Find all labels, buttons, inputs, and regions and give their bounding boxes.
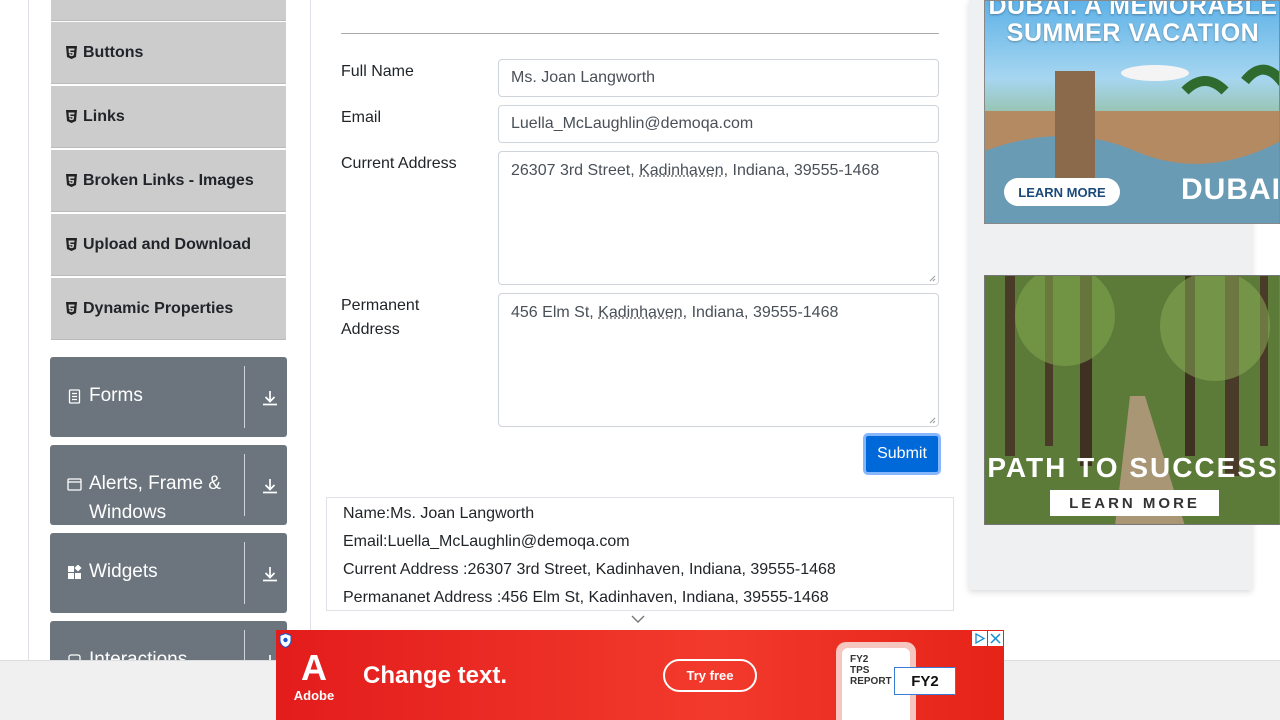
sidebar-item-label: Dynamic Properties (83, 299, 234, 317)
group-divider (244, 542, 245, 604)
html5-icon (66, 110, 77, 123)
dubai-ad[interactable]: DUBAI. A MEMORABLE SUMMER VACATION LEARN… (984, 0, 1280, 224)
path-to-success-ad[interactable]: PATH TO SUCCESS LEARN MORE (984, 275, 1280, 525)
html5-icon (66, 174, 77, 187)
edit-text-box: FY2 (894, 667, 956, 695)
phone-line: FY2 (850, 654, 869, 665)
download-arrow-icon (263, 391, 277, 406)
document-icon (68, 389, 81, 404)
sidebar-item-broken-links[interactable]: Broken Links - Images (51, 150, 286, 212)
group-divider (244, 366, 245, 428)
forest-scene (985, 276, 1279, 524)
left-divider (28, 0, 29, 720)
adchoices-shield-icon[interactable] (279, 633, 292, 648)
download-arrow-icon (263, 567, 277, 582)
email-input[interactable]: Luella_McLaughlin@demoqa.com (498, 105, 939, 143)
sidebar-item-dynamic-properties[interactable]: Dynamic Properties (51, 278, 286, 340)
sidebar-item-label: Broken Links - Images (83, 171, 254, 189)
download-arrow-icon (263, 479, 277, 494)
dubai-ad-title-line2: SUMMER VACATION (1006, 19, 1260, 47)
sidebar-item-label: Upload and Download (83, 235, 251, 253)
adobe-logo-word: Adobe (293, 688, 335, 703)
dubai-ad-title-line1: DUBAI. A MEMORABLE (988, 0, 1278, 20)
spellcheck-word: Kadinhaven (598, 304, 683, 321)
output-permanent-address: Permananet Address :456 Elm St, Kadinhav… (343, 589, 829, 606)
full-name-label: Full Name (341, 63, 414, 80)
try-free-button[interactable]: Try free (663, 659, 757, 692)
content-divider (310, 0, 311, 720)
close-icon[interactable] (988, 631, 1003, 646)
resize-grip-icon[interactable] (929, 275, 936, 282)
sidebar-item-upload-download[interactable]: Upload and Download (51, 214, 286, 276)
sidebar-group-widgets[interactable]: Widgets (50, 533, 287, 613)
header-rule (341, 33, 939, 34)
permanent-address-label-line2: Address (341, 321, 400, 338)
output-current-address: Current Address :26307 3rd Street, Kadin… (343, 561, 836, 578)
dubai-learn-more-button[interactable]: LEARN MORE (1004, 178, 1120, 206)
group-divider (244, 454, 245, 516)
permanent-address-textarea[interactable]: 456 Elm St, Kadinhaven, Indiana, 39555-1… (498, 293, 939, 427)
permanent-address-text-rest: , Indiana, 39555-1468 (682, 304, 839, 321)
spellcheck-word: Kadinhaven (639, 162, 724, 179)
current-address-label: Current Address (341, 155, 457, 172)
sidebar-group-label: Forms (89, 385, 143, 406)
sidebar-item-links[interactable]: Links (51, 86, 286, 148)
adobe-logo: A Adobe (292, 648, 336, 704)
sidebar-item-label: Links (83, 107, 125, 125)
full-name-input[interactable]: Ms. Joan Langworth (498, 59, 939, 97)
permanent-address-label-line1: Permanent (341, 297, 420, 314)
email-label: Email (341, 109, 382, 126)
sidebar-item-label: Buttons (83, 43, 144, 61)
window-icon (67, 478, 82, 491)
output-name: Name:Ms. Joan Langworth (343, 505, 535, 522)
adobe-banner-ad[interactable]: A Adobe Change text. Try free FY2 TPS RE… (276, 630, 1004, 720)
sidebar-group-label: Widgets (89, 561, 158, 582)
output-box: Name:Ms. Joan Langworth Email:Luella_McL… (326, 497, 954, 611)
current-address-text: 26307 3rd Street, (511, 162, 640, 179)
current-address-text-rest: , Indiana, 39555-1468 (723, 162, 880, 179)
path-learn-more-button[interactable]: LEARN MORE (1050, 490, 1219, 516)
widgets-icon (68, 565, 82, 579)
html5-icon (66, 238, 77, 251)
page: Buttons Links Broken Links - Images Uplo… (0, 0, 1280, 720)
sidebar-group-alerts[interactable]: Alerts, Frame & Windows (50, 445, 287, 525)
submit-button[interactable]: Submit (863, 433, 941, 475)
current-address-textarea[interactable]: 26307 3rd Street, Kadinhaven, Indiana, 3… (498, 151, 939, 285)
chevron-down-icon[interactable] (631, 614, 645, 624)
adchoices-icon[interactable] (972, 631, 987, 646)
sidebar-group-label: Alerts, Frame & Windows (89, 473, 221, 523)
path-ad-title: PATH TO SUCCESS (987, 452, 1279, 483)
html5-icon (66, 302, 77, 315)
output-email: Email:Luella_McLaughlin@demoqa.com (343, 533, 630, 550)
sidebar-group-forms[interactable]: Forms (50, 357, 287, 437)
html5-icon (66, 46, 77, 59)
dubai-ad-title: DUBAI. A MEMORABLE SUMMER VACATION (985, 0, 1279, 47)
banner-headline: Change text. (363, 662, 508, 689)
permanent-address-text: 456 Elm St, (511, 304, 599, 321)
adobe-logo-letter: A (301, 647, 327, 688)
dubai-brand-logo: DUBAI (1181, 173, 1280, 206)
resize-grip-icon[interactable] (929, 417, 936, 424)
sidebar-item-previous[interactable] (51, 0, 286, 21)
permanent-address-label: Permanent Address (341, 294, 481, 342)
sidebar-item-buttons[interactable]: Buttons (51, 22, 286, 84)
